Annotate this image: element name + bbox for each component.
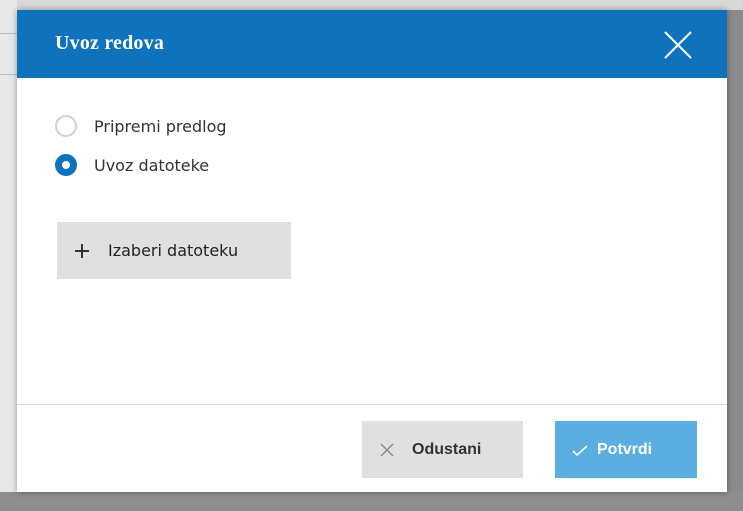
choose-file-button[interactable]: Izaberi datoteku — [57, 222, 291, 279]
close-icon — [664, 31, 692, 59]
cancel-label: Odustani — [412, 440, 482, 458]
check-icon — [572, 444, 588, 456]
footer-divider — [17, 404, 727, 405]
x-icon — [380, 442, 394, 457]
background-overlay-right — [727, 0, 743, 511]
radio-button-unselected[interactable] — [55, 115, 77, 137]
dialog-title: Uvoz redova — [55, 32, 165, 54]
background-divider — [0, 33, 17, 34]
close-button[interactable] — [660, 27, 696, 63]
radio-label: Pripremi predlog — [94, 116, 227, 136]
background-app-left — [0, 0, 17, 511]
plus-icon — [75, 243, 89, 258]
radio-button-selected[interactable] — [55, 154, 77, 176]
radio-option-prepare-template[interactable]: Pripremi predlog — [55, 113, 227, 139]
background-overlay-bottom — [0, 492, 743, 511]
background-app-top-right — [727, 0, 743, 10]
background-app-top — [0, 0, 743, 10]
background-divider — [0, 74, 17, 75]
confirm-label: Potvrdi — [597, 440, 653, 458]
confirm-button[interactable]: Potvrdi — [555, 421, 697, 478]
radio-option-import-file[interactable]: Uvoz datoteke — [55, 152, 209, 178]
radio-label: Uvoz datoteke — [94, 155, 210, 175]
dialog-header: Uvoz redova — [17, 10, 727, 78]
cancel-button[interactable]: Odustani — [362, 421, 523, 478]
import-rows-dialog: Uvoz redova Pripremi predlog Uvoz datote… — [17, 10, 727, 492]
choose-file-label: Izaberi datoteku — [108, 241, 239, 260]
